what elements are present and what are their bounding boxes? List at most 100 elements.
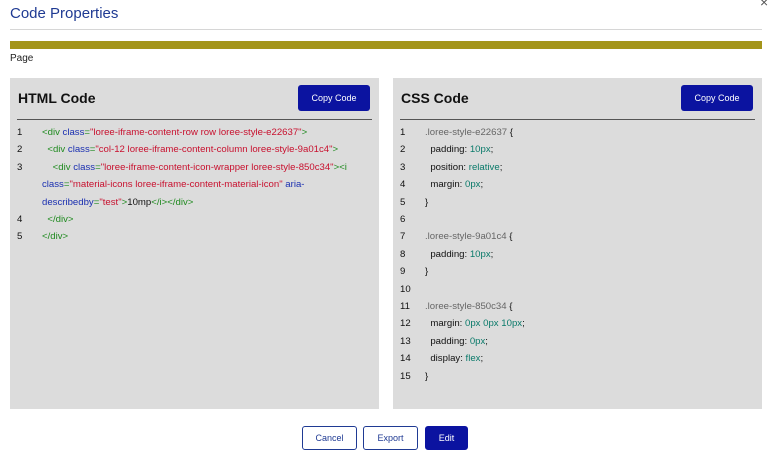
css-code-block[interactable]: 1 .loree-style-e22637 {2 padding: 10px; 3 … — [400, 124, 755, 385]
line-number: 12 — [400, 318, 411, 330]
code-token: </div> — [42, 231, 69, 243]
line-number: 2 — [17, 144, 23, 156]
line-number: 9 — [400, 266, 406, 278]
copy-html-button[interactable]: Copy Code — [298, 85, 370, 111]
code-text: .loree-style-9a01c4 { — [425, 228, 755, 245]
code-token: </div> — [42, 214, 74, 226]
code-line: 3 position: relative; — [400, 159, 755, 176]
line-number: 8 — [400, 248, 406, 260]
edit-button[interactable]: Edit — [425, 426, 468, 450]
code-token: <div — [42, 144, 68, 156]
line-number: 2 — [400, 144, 406, 156]
code-line: 2 <div class="col-12 loree-iframe-conten… — [17, 141, 372, 158]
code-token: 0px — [469, 335, 486, 347]
code-token: display: — [425, 353, 466, 365]
code-text: <div class="loree-iframe-content-row row… — [42, 124, 372, 141]
code-line: 1 <div class="loree-iframe-content-row ro… — [17, 124, 372, 141]
code-token: <div — [42, 127, 63, 138]
code-line: 10 — [400, 281, 755, 298]
code-line: 5} — [400, 194, 755, 211]
line-number: 10 — [400, 283, 411, 295]
copy-css-button[interactable]: Copy Code — [681, 85, 753, 111]
code-line: 5 </div> — [17, 228, 372, 245]
css-code-panel: CSS Code Copy Code 1 .loree-style-e22637 … — [393, 78, 762, 409]
code-line: 4 </div> — [17, 211, 372, 228]
code-line: 1 .loree-style-e22637 { — [400, 124, 755, 141]
export-button[interactable]: Export — [363, 426, 418, 450]
code-text: </div> — [42, 211, 372, 228]
line-number: 5 — [17, 231, 23, 243]
code-token: ; — [490, 144, 494, 156]
line-number: 1 — [400, 127, 406, 138]
code-token: ><i — [333, 161, 350, 173]
code-token: 0px — [465, 179, 481, 191]
code-token: padding: — [425, 248, 470, 260]
line-number: 1 — [17, 127, 23, 138]
code-token: } — [425, 196, 429, 208]
code-line: 15} — [400, 368, 755, 385]
panel-divider — [400, 119, 755, 120]
code-line: 7 .loree-style-9a01c4 { — [400, 228, 755, 245]
code-token: "loree-iframe-content-row row loree-styl… — [90, 127, 302, 138]
code-text: .loree-style-850c34 { — [425, 298, 755, 315]
code-token: margin: — [425, 318, 465, 330]
code-token: { — [509, 301, 513, 313]
code-token: "test" — [99, 196, 122, 208]
code-token: > — [301, 127, 308, 138]
code-line: 13 padding: 0px; — [400, 333, 755, 350]
code-token: "material-icons loree-iframe-content-mat… — [69, 179, 283, 191]
html-code-block[interactable]: 1 <div class="loree-iframe-content-row ro… — [17, 124, 372, 246]
code-token: margin: — [425, 179, 465, 191]
code-line: 4 margin: 0px; — [400, 176, 755, 193]
code-line: 6 — [400, 211, 755, 228]
line-number: 3 — [400, 161, 406, 173]
code-token: ; — [499, 161, 503, 173]
code-text: margin: 0px 0px 10px; — [425, 315, 755, 332]
code-token: } — [425, 266, 429, 278]
code-line: 12 margin: 0px 0px 10px; — [400, 315, 755, 332]
code-token: ; — [522, 318, 525, 330]
panel-divider — [17, 119, 372, 120]
line-number: 4 — [17, 214, 23, 226]
html-panel-title: HTML Code — [18, 90, 96, 106]
code-token: padding: — [425, 335, 470, 347]
css-panel-title: CSS Code — [401, 90, 469, 106]
code-line: 14 display: flex; — [400, 350, 755, 367]
cancel-button[interactable]: Cancel — [302, 426, 357, 450]
code-token: 10px — [469, 144, 491, 156]
title-divider — [10, 29, 762, 30]
code-text: display: flex; — [425, 350, 755, 367]
line-number: 15 — [400, 370, 411, 382]
close-icon[interactable]: × — [760, 0, 768, 10]
code-token: .loree-style-850c34 — [425, 301, 510, 313]
code-token: position: — [425, 161, 469, 173]
code-token: "col-12 loree-iframe-content-column lore… — [95, 144, 333, 156]
code-token: class — [42, 179, 64, 191]
code-token: { — [509, 231, 513, 243]
accent-bar — [10, 41, 762, 49]
code-token: relative — [468, 161, 500, 173]
code-text: } — [425, 194, 755, 211]
line-number: 4 — [400, 179, 406, 191]
code-text: } — [425, 263, 755, 280]
code-token: .loree-style-e22637 — [425, 127, 510, 138]
code-text: } — [425, 368, 755, 385]
code-token: class — [67, 144, 90, 156]
section-label: Page — [10, 53, 34, 64]
code-token: class — [73, 161, 96, 173]
code-token: </i></div> — [151, 196, 194, 208]
code-token: 10mp — [127, 196, 152, 208]
code-line: 2 padding: 10px; — [400, 141, 755, 158]
code-token: > — [332, 144, 339, 156]
code-token: } — [425, 370, 429, 382]
code-line: 8 padding: 10px; — [400, 246, 755, 263]
code-text: position: relative; — [425, 159, 755, 176]
line-number: 14 — [400, 353, 411, 365]
code-text: padding: 0px; — [425, 333, 755, 350]
line-number: 5 — [400, 196, 406, 208]
code-line: 3 <div class="loree-iframe-content-icon-… — [17, 159, 372, 211]
code-text: <div class="loree-iframe-content-icon-wr… — [42, 159, 372, 211]
code-token: { — [509, 127, 514, 138]
code-token: ; — [480, 353, 484, 365]
